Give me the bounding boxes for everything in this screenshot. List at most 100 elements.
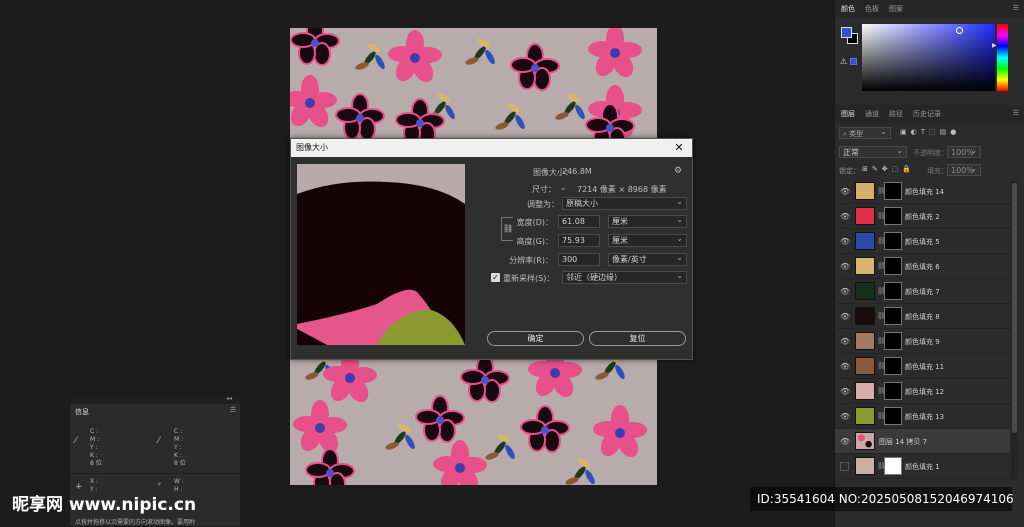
layer-thumbnail [855,432,875,450]
layer-row[interactable]: 👁 ⛓ 颜色填充 6 [835,254,1010,279]
layer-name: 颜色填充 12 [905,388,945,396]
height-label: 高度(G)： [516,237,553,246]
color-picker-handle[interactable] [956,27,963,34]
resample-select[interactable]: 邻近（硬边缘） [562,270,687,284]
layer-mask-thumbnail[interactable] [884,282,902,300]
layer-row[interactable]: 👁 ⛓ 颜色填充 12 [835,379,1010,404]
tab-paths[interactable]: 路径 [889,109,903,119]
fit-to-select[interactable]: 原稿大小 [562,196,687,210]
chevron-down-icon[interactable]: ⌄ [560,183,567,192]
menu-icon[interactable]: ☰ [1013,4,1019,12]
info-hint: 点按并拖移以沿需要的方向滚动图像。要用附 [75,519,196,526]
layer-row[interactable]: 👁 ⛓ 颜色填充 5 [835,229,1010,254]
eye-icon[interactable]: 👁 [840,437,850,446]
width-input[interactable]: 61.08 [558,215,600,228]
eye-icon[interactable]: 👁 [840,262,850,271]
layer-filter-select[interactable]: ⌕ 类型 [839,126,891,139]
eye-icon[interactable]: 👁 [840,187,850,196]
close-icon[interactable]: ✕ [672,141,686,155]
eye-icon[interactable] [840,462,849,471]
layer-row[interactable]: 👁 ⛓ 颜色填充 7 [835,279,1010,304]
fit-to-label: 调整为： [527,200,559,209]
image-preview[interactable] [297,164,465,345]
layer-name: 颜色填充 7 [905,288,940,296]
layers-list: 👁 ⛓ 颜色填充 14 👁 ⛓ 颜色填充 2 👁 ⛓ 颜色填充 5 👁 ⛓ 颜色填充 6 👁 ⛓ 颜色填充 … [835,179,1010,479]
width-unit-select[interactable]: 厘米 [608,214,687,228]
layer-row[interactable]: 👁 ⛓ 颜色填充 2 [835,204,1010,229]
layer-mask-thumbnail[interactable] [884,232,902,250]
ok-button[interactable]: 确定 [487,331,584,346]
tab-history[interactable]: 历史记录 [913,109,941,119]
fill-input[interactable]: 100% [947,163,981,176]
eye-icon[interactable]: 👁 [840,362,850,371]
hue-slider[interactable] [997,24,1008,91]
layer-row[interactable]: 👁 ⛓ 颜色填充 9 [835,329,1010,354]
eye-icon[interactable]: 👁 [840,237,850,246]
menu-icon[interactable]: ☰ [1013,109,1019,117]
layer-row[interactable]: ⛓ 颜色填充 1 [835,454,1010,479]
layer-mask-thumbnail[interactable] [884,357,902,375]
layer-mask-thumbnail[interactable] [884,407,902,425]
collapse-icon[interactable]: ◂◂ [226,395,232,402]
eye-icon[interactable]: 👁 [840,287,850,296]
height-input[interactable]: 75.93 [558,234,600,247]
tab-swatches[interactable]: 色板 [865,4,879,14]
layer-thumbnail [855,382,875,400]
color-picker-field[interactable] [862,24,995,91]
foreground-color-swatch[interactable] [841,27,852,38]
eye-icon[interactable]: 👁 [840,337,850,346]
tab-patterns[interactable]: 图案 [889,4,903,14]
eye-icon[interactable]: 👁 [840,412,850,421]
layer-row[interactable]: 👁 ⛓ 颜色填充 11 [835,354,1010,379]
eye-icon[interactable]: 👁 [840,212,850,221]
web-color-swatch[interactable] [850,58,857,65]
reset-button[interactable]: 复位 [589,331,686,346]
blend-mode-select[interactable]: 正常 [839,145,907,158]
layers-scrollbar-thumb[interactable] [1012,183,1017,433]
layer-mask-thumbnail[interactable] [884,257,902,275]
panel-header-bar: ◂◂ [70,395,240,404]
tab-color[interactable]: 颜色 [841,4,855,14]
lock-icons[interactable]: ⊞✎✥⬚🔒 [862,165,915,173]
dimensions-value: 7214 像素 × 8968 像素 [577,185,667,194]
layer-mask-thumbnail[interactable] [884,207,902,225]
layer-filter-icons[interactable]: ▣◐T⬚▤● [900,128,960,136]
layer-name: 颜色填充 13 [905,413,945,421]
resample-checkbox[interactable]: ✓ [491,273,500,282]
layer-row[interactable]: 👁 ⛓ 颜色填充 13 [835,404,1010,429]
layer-thumbnail [855,332,875,350]
info-tab-row: 信息 ☰ [70,404,240,418]
warning-icon: ⚠ [840,57,848,66]
resolution-label: 分辨率(R)： [509,256,553,265]
layer-mask-thumbnail[interactable] [884,457,902,475]
layers-panel-tabs: 图层 通道 路径 历史记录 ☰ [835,105,1024,123]
layer-mask-thumbnail[interactable] [884,307,902,325]
cmyk-readout-right: C :M :Y :K :8 位 [174,428,186,467]
layer-mask-thumbnail[interactable] [884,332,902,350]
resolution-input[interactable]: 300 [558,253,600,266]
height-unit-select[interactable]: 厘米 [608,233,687,247]
opacity-input[interactable]: 100% [947,145,981,158]
tab-channels[interactable]: 通道 [865,109,879,119]
layer-thumbnail [855,182,875,200]
lock-label: 锁定： [839,167,860,175]
gear-icon[interactable]: ⚙ [674,166,682,176]
layer-row[interactable]: 👁 ⛓ 颜色填充 14 [835,179,1010,204]
resample-label: 重新采样(S)： [503,274,555,283]
eye-icon[interactable]: 👁 [840,312,850,321]
hue-slider-arrow-icon[interactable]: ▶ [992,42,997,49]
menu-icon[interactable]: ☰ [230,406,236,414]
layer-row[interactable]: 👁 ⛓ 颜色填充 8 [835,304,1010,329]
resolution-unit-select[interactable]: 像素/英寸 [608,252,687,266]
layer-row[interactable]: 👁 图层 14 拷贝 7 [835,429,1010,454]
layer-mask-thumbnail[interactable] [884,382,902,400]
layer-mask-thumbnail[interactable] [884,182,902,200]
width-label: 宽度(D)： [516,218,553,227]
tab-layers[interactable]: 图层 [841,109,855,119]
layer-thumbnail [855,232,875,250]
link-icon[interactable]: ⛓ [503,224,514,233]
layer-name: 颜色填充 9 [905,338,940,346]
info-tab[interactable]: 信息 [75,407,89,417]
right-panel-dock: 颜色 色板 图案 ☰ ⚠ ▶ 图层 通道 路径 历史记录 ☰ ⌕ 类型 ▣◐T⬚… [834,0,1024,527]
eye-icon[interactable]: 👁 [840,387,850,396]
